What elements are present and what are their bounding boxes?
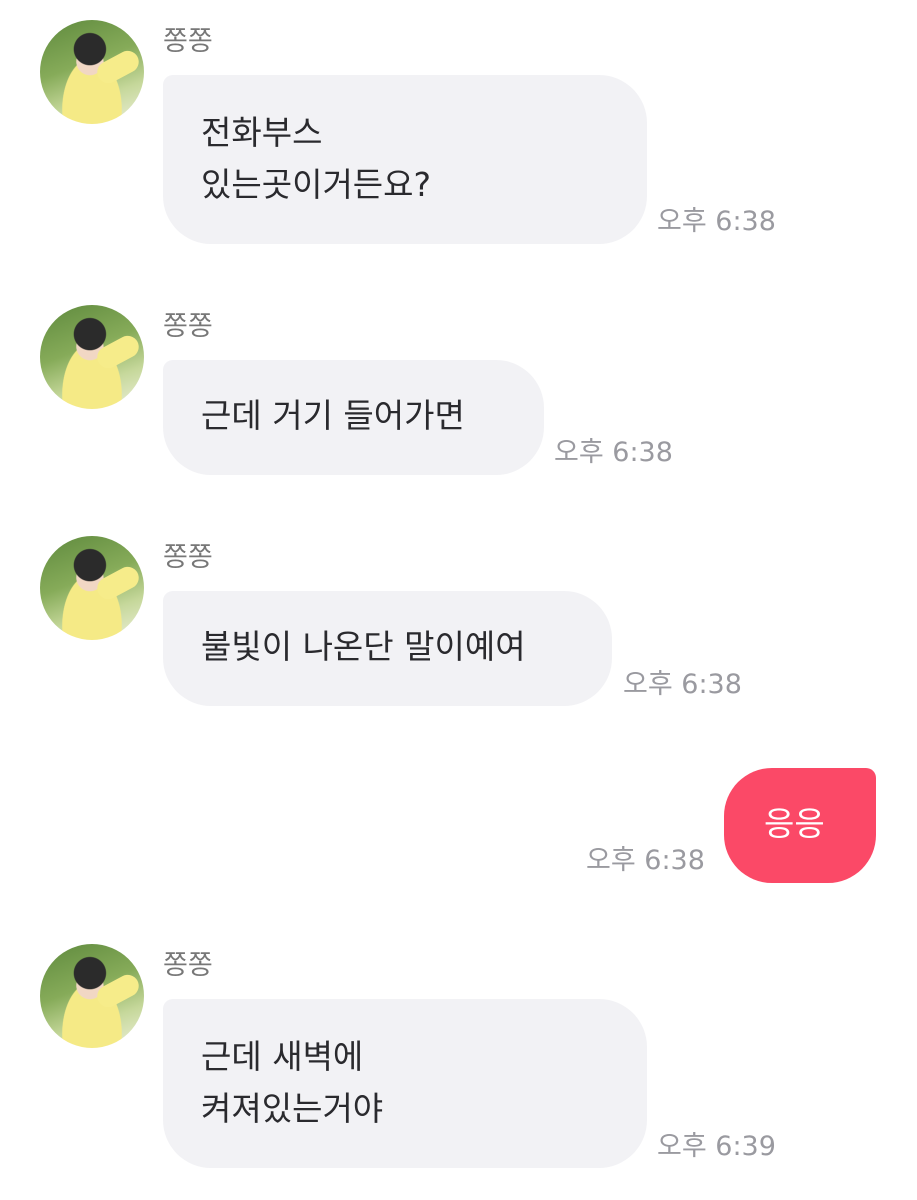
sender-name: 쫑쫑 <box>163 26 213 57</box>
avatar[interactable] <box>40 536 144 640</box>
message-time: 오후 6:38 <box>623 669 742 700</box>
message-time: 오후 6:38 <box>586 845 705 876</box>
my-message-bubble[interactable]: 응응 <box>724 768 876 883</box>
message-bubble[interactable]: 근데 새벽에 켜져있는거야 <box>163 999 647 1168</box>
message-time: 오후 6:39 <box>657 1131 776 1162</box>
sender-name: 쫑쫑 <box>163 311 213 342</box>
message-time: 오후 6:38 <box>657 206 776 237</box>
avatar[interactable] <box>40 944 144 1048</box>
avatar[interactable] <box>40 20 144 124</box>
sender-name: 쫑쫑 <box>163 542 213 573</box>
message-bubble[interactable]: 근데 거기 들어가면 <box>163 360 544 475</box>
avatar[interactable] <box>40 305 144 409</box>
message-bubble[interactable]: 불빛이 나온단 말이예여 <box>163 591 612 706</box>
sender-name: 쫑쫑 <box>163 950 213 981</box>
message-time: 오후 6:38 <box>554 437 673 468</box>
message-bubble[interactable]: 전화부스 있는곳이거든요? <box>163 75 647 244</box>
